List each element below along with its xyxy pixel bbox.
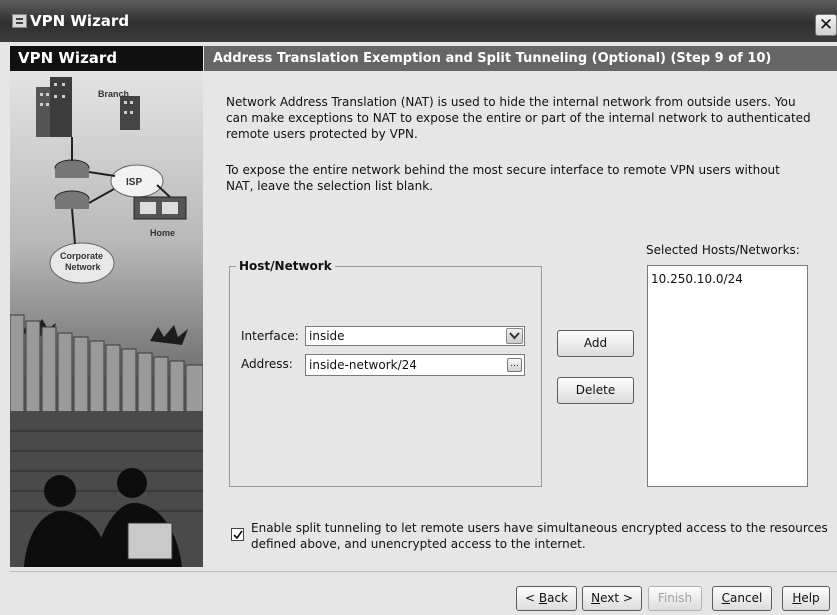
checkmark-icon bbox=[233, 530, 243, 540]
cancel-label-rest: ancel bbox=[730, 591, 763, 605]
corporate-label: Corporate bbox=[60, 251, 103, 261]
address-field-value: inside-network/24 bbox=[309, 358, 417, 372]
help-button[interactable]: Help bbox=[782, 586, 830, 611]
split-tunneling-label-line1: Enable split tunneling to let remote use… bbox=[251, 521, 828, 535]
home-label: Home bbox=[150, 228, 175, 238]
back-mnemonic: B bbox=[538, 591, 548, 605]
help-label-rest: elp bbox=[801, 591, 820, 605]
cancel-button[interactable]: Cancel bbox=[712, 586, 772, 611]
next-button[interactable]: Next > bbox=[582, 586, 642, 611]
expose-network-description: To expose the entire network behind the … bbox=[226, 163, 780, 193]
add-button[interactable]: Add bbox=[557, 330, 634, 357]
selected-hosts-list[interactable]: 10.250.10.0/24 bbox=[647, 265, 808, 487]
host-network-group: Host/Network Interface: inside Address: … bbox=[229, 259, 542, 487]
step-header: Address Translation Exemption and Split … bbox=[204, 46, 837, 71]
selected-hosts-label: Selected Hosts/Networks: bbox=[646, 243, 800, 257]
back-arrow-text: < bbox=[524, 591, 539, 605]
nat-description: Network Address Translation (NAT) is use… bbox=[226, 95, 811, 141]
host-network-legend: Host/Network bbox=[236, 259, 335, 273]
cancel-mnemonic: C bbox=[721, 591, 731, 605]
building-icon bbox=[36, 77, 140, 137]
interface-select-value: inside bbox=[309, 329, 345, 343]
title-bar: VPN Wizard ✕ bbox=[0, 0, 837, 42]
help-mnemonic: H bbox=[792, 591, 802, 605]
close-icon: ✕ bbox=[818, 15, 834, 35]
app-icon bbox=[12, 14, 27, 28]
wizard-panel-title: VPN Wizard bbox=[10, 46, 203, 71]
close-button[interactable]: ✕ bbox=[815, 14, 837, 36]
split-tunneling-label: Enable split tunneling to let remote use… bbox=[251, 520, 828, 552]
list-item[interactable]: 10.250.10.0/24 bbox=[651, 272, 743, 286]
next-label-rest: ext > bbox=[600, 591, 633, 605]
split-tunneling-label-line2: defined above, and unencrypted access to… bbox=[251, 537, 586, 551]
step-content-panel: Address Translation Exemption and Split … bbox=[204, 46, 837, 567]
vpn-wizard-window: VPN Wizard ✕ VPN Wizard Branch ISP Corpo… bbox=[0, 0, 837, 615]
window-title: VPN Wizard bbox=[30, 12, 130, 30]
back-button[interactable]: < Back bbox=[516, 586, 577, 611]
interface-select[interactable]: inside bbox=[305, 326, 525, 346]
branch-label: Branch bbox=[98, 89, 129, 99]
wizard-footer: < Back Next > Finish Cancel Help bbox=[10, 571, 837, 615]
address-field[interactable]: inside-network/24 ... bbox=[305, 354, 525, 376]
delete-button[interactable]: Delete bbox=[557, 377, 634, 404]
interface-label: Interface: bbox=[241, 329, 299, 343]
browse-icon[interactable]: ... bbox=[507, 358, 522, 372]
address-label: Address: bbox=[241, 357, 293, 371]
finish-button[interactable]: Finish bbox=[648, 586, 702, 611]
network-label: Network bbox=[65, 262, 102, 272]
split-tunneling-checkbox[interactable] bbox=[231, 528, 244, 541]
isp-label: ISP bbox=[126, 177, 142, 188]
dropdown-arrow-icon[interactable] bbox=[506, 328, 523, 344]
wizard-graphic-panel: VPN Wizard Branch ISP Corporate Network … bbox=[10, 46, 203, 567]
router-icon bbox=[54, 159, 90, 209]
network-illustration: Branch ISP Corporate Network Home bbox=[10, 77, 203, 567]
next-mnemonic: N bbox=[591, 591, 601, 605]
back-label-rest: ack bbox=[547, 591, 568, 605]
